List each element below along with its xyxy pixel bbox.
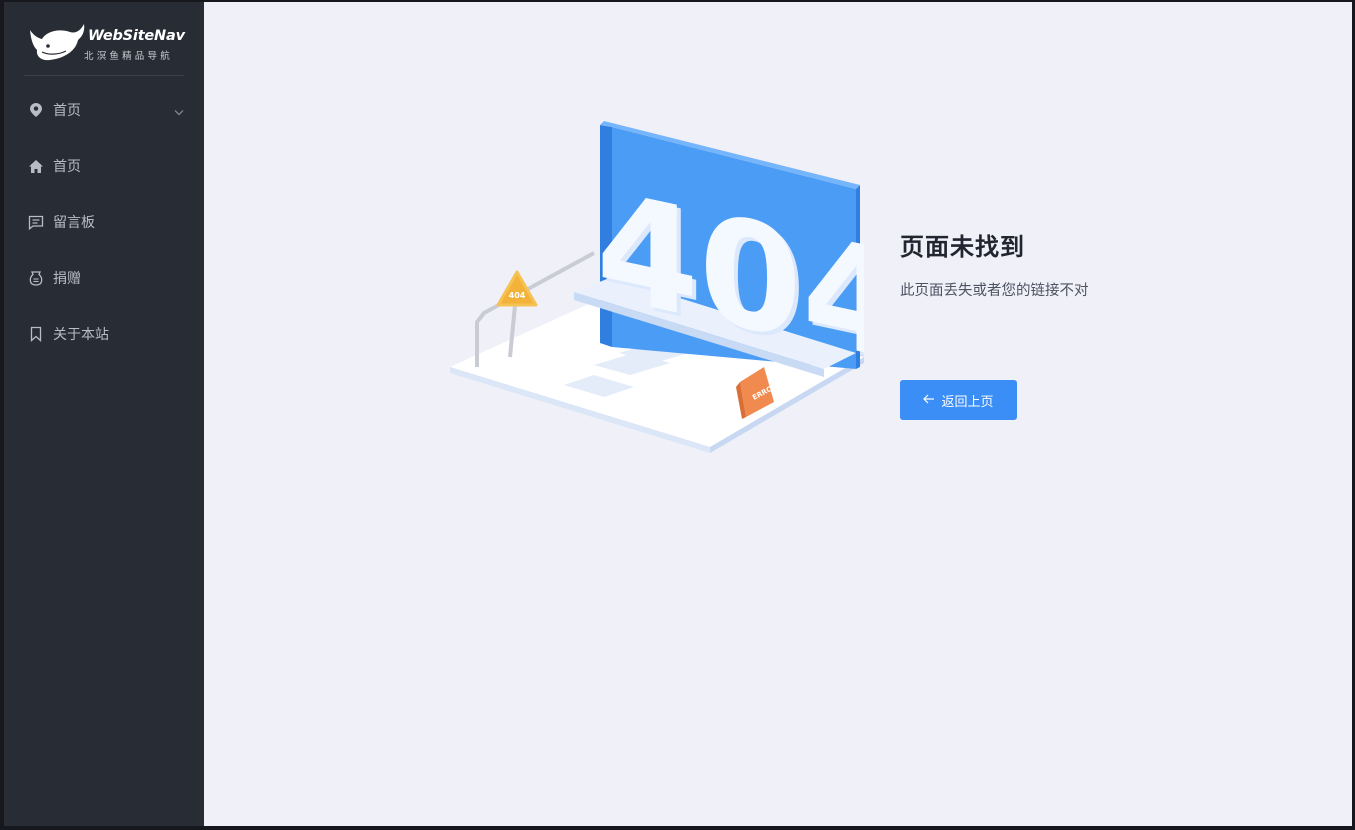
app-window: WebSiteNav 北溟鱼精品导航 首页 首页 留言板 捐赠 关于本站 404… — [4, 2, 1352, 826]
sidebar-item-home[interactable]: 首页 — [4, 138, 204, 194]
sidebar-item-label: 留言板 — [53, 215, 95, 231]
home-icon — [28, 158, 44, 174]
sidebar-item-about[interactable]: 关于本站 — [4, 306, 204, 362]
warning-sign-text: 404 — [509, 291, 526, 300]
brand-logo[interactable]: WebSiteNav 北溟鱼精品导航 — [24, 2, 185, 76]
brand-subtitle: 北溟鱼精品导航 — [84, 51, 173, 62]
sidebar-item-message-board[interactable]: 留言板 — [4, 194, 204, 250]
message-board-icon — [28, 214, 44, 230]
arrow-left-icon — [923, 393, 935, 408]
sidebar-item-home-group[interactable]: 首页 — [4, 82, 204, 138]
sidebar-item-label: 首页 — [53, 103, 81, 119]
brand-name: WebSiteNav — [88, 28, 185, 44]
sidebar-menu: 首页 首页 留言板 捐赠 关于本站 — [4, 82, 204, 362]
whale-logo-icon — [30, 24, 85, 61]
sidebar: WebSiteNav 北溟鱼精品导航 首页 首页 留言板 捐赠 关于本站 — [4, 2, 204, 826]
bookmark-icon — [28, 326, 44, 342]
sidebar-item-label: 捐赠 — [53, 271, 81, 287]
page-title: 页面未找到 — [900, 233, 1025, 261]
donate-icon — [28, 270, 44, 286]
sidebar-item-donate[interactable]: 捐赠 — [4, 250, 204, 306]
main-content: 404 404 404 ERROR 页面未找到 此页面丢失或者您的链接不对 返回… — [204, 2, 1352, 826]
back-button-label: 返回上页 — [941, 394, 994, 410]
error-description: 此页面丢失或者您的链接不对 — [900, 283, 1089, 299]
sidebar-item-label: 关于本站 — [53, 327, 109, 343]
back-button[interactable]: 返回上页 — [900, 380, 1017, 420]
404-illustration: 404 404 404 ERROR — [450, 121, 864, 453]
location-pin-icon — [28, 102, 44, 118]
chevron-down-icon[interactable] — [174, 104, 184, 120]
sidebar-item-label: 首页 — [53, 159, 81, 175]
